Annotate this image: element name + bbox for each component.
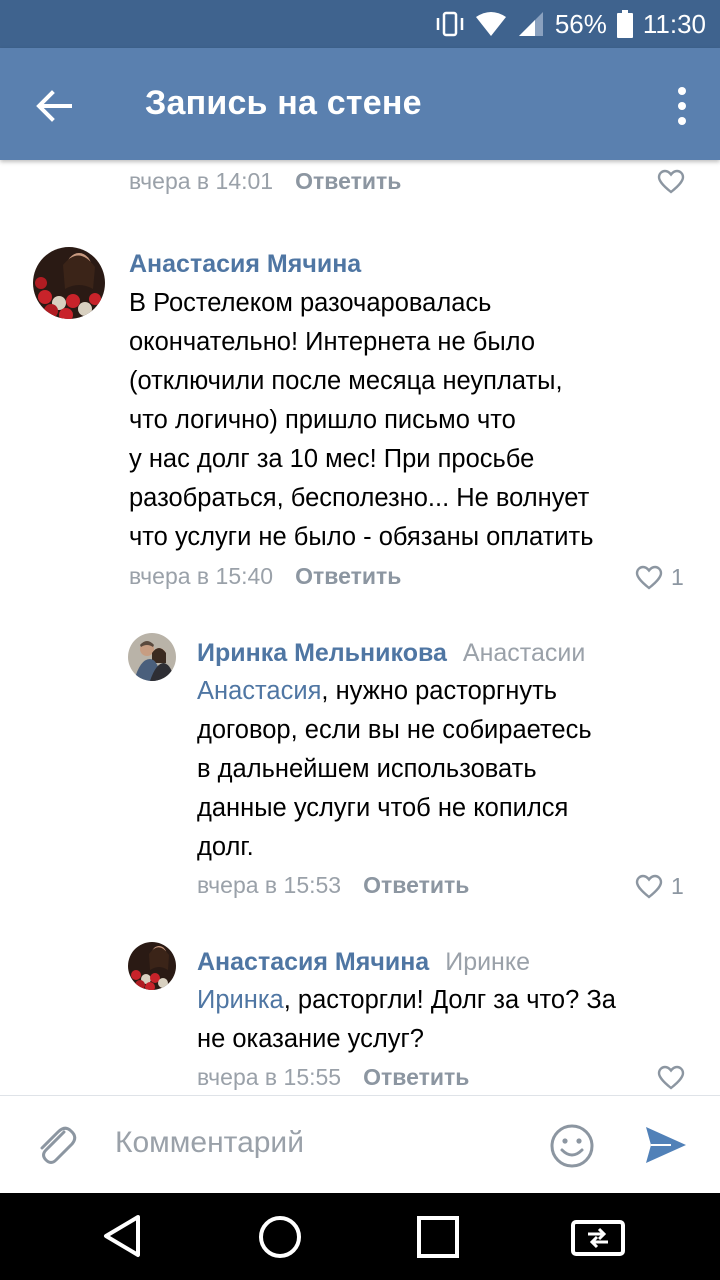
like-count: 1 xyxy=(671,564,684,590)
reply-to: Анастасии xyxy=(462,639,586,667)
system-navigation-bar xyxy=(0,1193,720,1280)
text-line: что услуги не было - обязаны оплатить xyxy=(129,523,594,551)
comment-time: вчера в 15:55 xyxy=(197,1064,342,1090)
heart-icon xyxy=(657,169,685,194)
reply-to: Иринке xyxy=(445,948,530,976)
text-fragment: , расторгли! Долг за что? За xyxy=(283,986,616,1014)
like-button[interactable] xyxy=(657,169,693,194)
mention-link[interactable]: Анастасия xyxy=(197,677,321,705)
send-icon[interactable] xyxy=(643,1122,689,1168)
author-name[interactable]: Иринка Мельникова xyxy=(197,639,447,667)
page-title: Запись на стене xyxy=(145,84,422,122)
battery-percent: 56% xyxy=(554,8,607,39)
nav-back-icon[interactable] xyxy=(100,1213,144,1259)
back-arrow-icon[interactable] xyxy=(30,82,78,130)
reply-button[interactable]: Ответить xyxy=(295,168,401,194)
screen-switch-icon[interactable] xyxy=(570,1216,626,1258)
heart-icon xyxy=(635,874,663,899)
text-line: Анастасия, нужно расторгнуть xyxy=(197,672,592,711)
heart-icon xyxy=(635,565,663,590)
text-line: у нас долг за 10 мес! При просьбе xyxy=(129,445,535,473)
comment-meta: вчера в 15:55 Ответить xyxy=(197,1064,469,1091)
text-line: окончательно! Интернета не было xyxy=(129,328,535,356)
comment-time: вчера в 14:01 xyxy=(129,168,274,194)
comment-composer: Комментарий xyxy=(0,1095,720,1193)
comment-meta: вчера в 14:01 Ответить xyxy=(129,168,401,195)
like-button[interactable]: 1 xyxy=(635,873,684,900)
avatar[interactable] xyxy=(33,247,105,319)
avatar-image xyxy=(128,942,176,990)
comment-author[interactable]: Анастасия Мячина Иринке xyxy=(197,948,530,977)
text-line: долг. xyxy=(197,833,254,861)
comment-meta: вчера в 15:40 Ответить xyxy=(129,563,401,590)
app-bar: Запись на стене xyxy=(0,48,720,160)
comment-text: В Ростелеком разочаровалась окончательно… xyxy=(129,284,594,557)
comment-author[interactable]: Анастасия Мячина xyxy=(129,250,361,279)
emoji-icon[interactable] xyxy=(549,1123,595,1169)
status-bar: 56% 11:30 xyxy=(0,0,720,48)
mention-link[interactable]: Иринка xyxy=(197,986,284,1014)
text-line: не оказание услуг? xyxy=(197,1025,424,1053)
status-icons: 56% 11:30 xyxy=(435,0,706,48)
comment-text: Анастасия, нужно расторгнуть договор, ес… xyxy=(197,672,592,867)
text-line: договор, если вы не собираетесь xyxy=(197,716,592,744)
like-button[interactable] xyxy=(657,1065,693,1090)
more-vertical-icon[interactable] xyxy=(672,84,692,128)
avatar-image xyxy=(128,633,176,681)
comment-time: вчера в 15:53 xyxy=(197,872,342,898)
text-line: (отключили после месяца неуплаты, xyxy=(129,367,563,395)
avatar[interactable] xyxy=(128,633,176,681)
wifi-icon xyxy=(475,12,506,36)
avatar-image xyxy=(33,247,105,319)
nav-recents-icon[interactable] xyxy=(415,1214,461,1260)
comment-meta: вчера в 15:53 Ответить xyxy=(197,872,469,899)
text-line: В Ростелеком разочаровалась xyxy=(129,289,492,317)
comment-input[interactable]: Комментарий xyxy=(115,1126,304,1160)
reply-button[interactable]: Ответить xyxy=(363,1064,469,1090)
text-line: Иринка, расторгли! Долг за что? За xyxy=(197,981,616,1020)
author-name[interactable]: Анастасия Мячина xyxy=(197,948,429,976)
reply-button[interactable]: Ответить xyxy=(363,872,469,898)
vibrate-icon xyxy=(436,11,464,37)
paperclip-icon[interactable] xyxy=(34,1122,80,1168)
like-button[interactable]: 1 xyxy=(635,564,684,591)
text-fragment: , нужно расторгнуть xyxy=(321,677,558,705)
reply-button[interactable]: Ответить xyxy=(295,563,401,589)
comments-list: вчера в 14:01 Ответить Анастасия Мячина В… xyxy=(0,160,720,1095)
comment-time: вчера в 15:40 xyxy=(129,563,274,589)
text-line: разобраться, бесполезно... Не волнует xyxy=(129,484,590,512)
text-line: что логично) пришло письмо что xyxy=(129,406,516,434)
clock: 11:30 xyxy=(642,8,706,39)
battery-icon xyxy=(616,10,633,38)
comment-author[interactable]: Иринка Мельникова Анастасии xyxy=(197,639,585,668)
signal-icon xyxy=(518,12,543,36)
heart-icon xyxy=(657,1065,685,1090)
like-count: 1 xyxy=(671,873,684,899)
comment-text: Иринка, расторгли! Долг за что? За не ок… xyxy=(197,981,616,1059)
nav-home-icon[interactable] xyxy=(257,1214,303,1260)
text-line: в дальнейшем использовать xyxy=(197,755,537,783)
text-line: данные услуги чтоб не копился xyxy=(197,794,569,822)
avatar[interactable] xyxy=(128,942,176,990)
